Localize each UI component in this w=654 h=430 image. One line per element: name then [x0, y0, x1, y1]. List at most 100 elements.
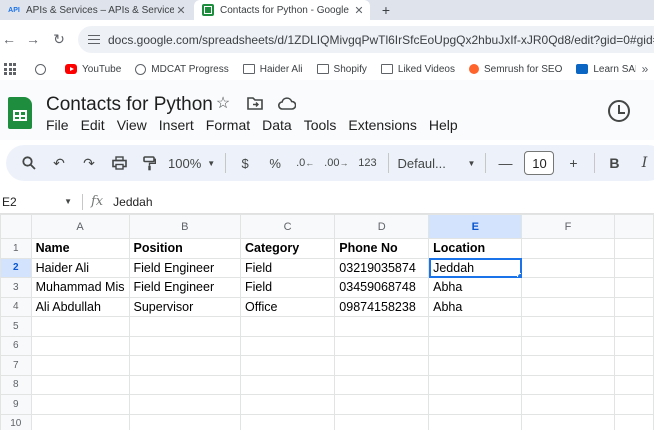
column-header-g[interactable]	[613, 214, 654, 239]
bookmark-item[interactable]	[35, 63, 51, 75]
cell[interactable]	[239, 355, 336, 376]
bookmark-liked-videos[interactable]: Liked Videos	[380, 64, 455, 75]
row-header[interactable]: 4	[0, 296, 32, 317]
cell[interactable]	[334, 394, 430, 415]
cell[interactable]	[128, 355, 241, 376]
row-header[interactable]: 1	[0, 238, 32, 259]
cell[interactable]: 03459068748	[334, 277, 430, 298]
cell[interactable]: Field	[239, 277, 336, 298]
document-title[interactable]: Contacts for Python	[46, 94, 213, 116]
row-header[interactable]: 5	[0, 316, 32, 337]
google-sheets-logo-icon[interactable]	[8, 97, 32, 129]
cell[interactable]	[334, 316, 430, 337]
cell[interactable]	[239, 316, 336, 337]
cell[interactable]	[128, 316, 241, 337]
cell[interactable]	[128, 374, 241, 395]
cell[interactable]	[334, 374, 430, 395]
row-header[interactable]: 7	[0, 355, 32, 376]
cell[interactable]	[613, 394, 654, 415]
column-header-d[interactable]: D	[334, 214, 430, 239]
bookmark-semrush[interactable]: Semrush for SEO	[468, 64, 562, 75]
cell[interactable]: 09874158238	[334, 296, 430, 317]
bookmark-youtube[interactable]: YouTube	[65, 64, 121, 75]
active-cell[interactable]: Jeddah	[428, 257, 523, 278]
cell[interactable]	[30, 394, 130, 415]
cell[interactable]: 03219035874	[334, 257, 430, 278]
row-header[interactable]: 8	[0, 374, 32, 395]
cell[interactable]	[613, 277, 654, 298]
cell[interactable]	[239, 374, 336, 395]
cell[interactable]: Office	[239, 296, 336, 317]
cell[interactable]	[521, 355, 615, 376]
cell[interactable]: Category	[239, 238, 336, 259]
cell[interactable]	[428, 413, 523, 430]
cell[interactable]	[239, 335, 336, 356]
menu-help[interactable]: Help	[423, 117, 464, 133]
cell[interactable]	[128, 335, 241, 356]
cell[interactable]	[428, 335, 523, 356]
new-tab-button[interactable]: +	[376, 0, 396, 20]
cell[interactable]: Field	[239, 257, 336, 278]
site-info-icon[interactable]	[88, 34, 100, 46]
cell[interactable]	[334, 355, 430, 376]
cell[interactable]	[521, 257, 615, 278]
menu-view[interactable]: View	[111, 117, 153, 133]
url-field[interactable]: docs.google.com/spreadsheets/d/1ZDLIQMiv…	[78, 26, 654, 53]
apps-bookmark[interactable]	[4, 63, 21, 75]
bookmark-mdcat[interactable]: MDCAT Progress	[135, 63, 229, 75]
font-size-input[interactable]: 10	[524, 151, 555, 175]
star-icon[interactable]: ☆	[214, 94, 232, 112]
reload-icon[interactable]: ↻	[50, 30, 68, 48]
cell[interactable]	[334, 335, 430, 356]
cell[interactable]	[521, 374, 615, 395]
cell[interactable]	[521, 394, 615, 415]
column-header-e[interactable]: E	[428, 214, 523, 239]
menu-format[interactable]: Format	[200, 117, 256, 133]
bookmark-shopify[interactable]: Shopify	[316, 64, 367, 75]
cell[interactable]	[428, 316, 523, 337]
row-header[interactable]: 9	[0, 394, 32, 415]
menu-insert[interactable]: Insert	[153, 117, 200, 133]
cell[interactable]	[428, 394, 523, 415]
cell[interactable]	[30, 413, 130, 430]
cloud-saved-icon[interactable]	[278, 94, 296, 112]
cell[interactable]	[521, 413, 615, 430]
browser-tab-sheets[interactable]: Contacts for Python - Google S ✕	[194, 0, 370, 20]
menu-file[interactable]: File	[46, 117, 75, 133]
cell[interactable]	[613, 413, 654, 430]
decrease-font-size-button[interactable]: —	[494, 151, 516, 175]
undo-icon[interactable]: ↶	[48, 151, 70, 175]
bold-button[interactable]: B	[603, 151, 625, 175]
increase-decimal-button[interactable]: .00 →	[324, 151, 348, 175]
more-formats-button[interactable]: 123	[356, 151, 378, 175]
bookmark-haider-ali[interactable]: Haider Ali	[242, 64, 303, 75]
row-header[interactable]: 2	[0, 257, 32, 278]
cell[interactable]	[239, 394, 336, 415]
cell[interactable]: Phone No	[334, 238, 430, 259]
cell[interactable]: Position	[128, 238, 241, 259]
cell[interactable]	[30, 316, 130, 337]
column-header-a[interactable]: A	[30, 214, 130, 239]
cell[interactable]: Muhammad Mis	[30, 277, 130, 298]
row-header[interactable]: 6	[0, 335, 32, 356]
cell[interactable]	[521, 238, 615, 259]
cell[interactable]: Abha	[428, 277, 523, 298]
cell[interactable]: Field Engineer	[128, 257, 241, 278]
cell[interactable]	[613, 335, 654, 356]
close-tab-icon[interactable]: ✕	[174, 4, 188, 17]
column-header-b[interactable]: B	[128, 214, 241, 239]
row-header[interactable]: 10	[0, 413, 32, 430]
version-history-icon[interactable]	[608, 100, 630, 122]
fill-handle[interactable]	[517, 273, 521, 277]
menu-data[interactable]: Data	[256, 117, 298, 133]
cell[interactable]	[521, 335, 615, 356]
cell[interactable]: Haider Ali	[30, 257, 130, 278]
cell[interactable]	[613, 238, 654, 259]
cell[interactable]	[239, 413, 336, 430]
cell[interactable]: Name	[30, 238, 130, 259]
decrease-decimal-button[interactable]: .0 ←	[294, 151, 316, 175]
cell[interactable]	[128, 413, 241, 430]
formula-input[interactable]: Jeddah	[113, 195, 152, 209]
row-header[interactable]: 3	[0, 277, 32, 298]
italic-button[interactable]: I	[633, 151, 654, 175]
